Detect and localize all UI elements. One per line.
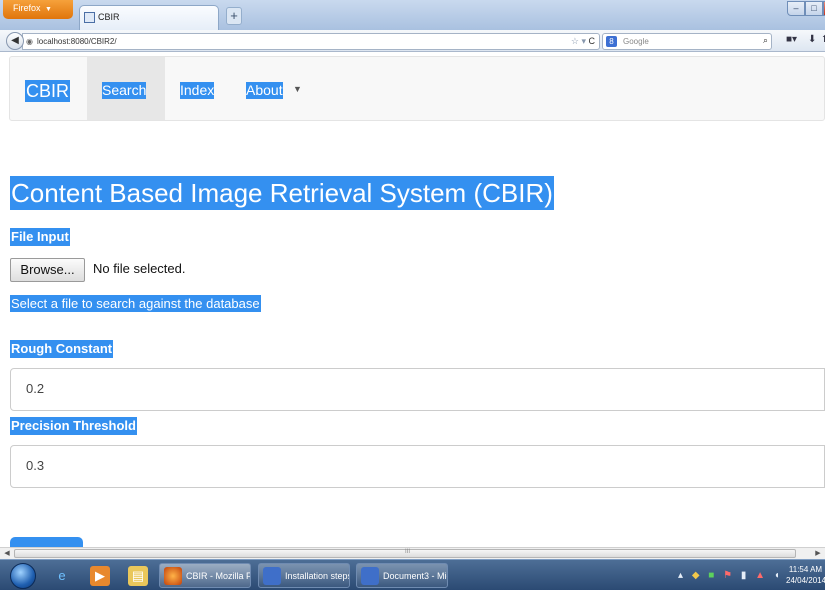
home-icon[interactable]: ⬆ (821, 34, 825, 45)
file-input-help: Select a file to search against the data… (10, 295, 261, 312)
word-icon (263, 567, 281, 585)
scroll-left-icon[interactable]: ◀ (1, 549, 13, 559)
precision-threshold-value: 0.3 (26, 458, 45, 473)
task-label: CBIR - Mozilla Fir... (186, 571, 251, 581)
address-bar[interactable]: ◉ localhost:8080/CBIR2/ ☆ ▾ C (22, 33, 600, 50)
start-button[interactable] (10, 563, 36, 589)
download-icon[interactable]: ⬇ (808, 34, 816, 45)
tab-cbir[interactable]: CBIR (79, 5, 219, 30)
folder-icon[interactable]: ▤ (128, 566, 148, 586)
nav-item-label: About (246, 82, 283, 99)
horizontal-scrollbar[interactable]: ◀ III ▶ (0, 547, 825, 559)
task-firefox[interactable]: CBIR - Mozilla Fir... (159, 563, 251, 588)
security-icon[interactable]: ■ (708, 570, 717, 581)
star-icon[interactable]: ☆ (571, 36, 579, 46)
battery-icon[interactable]: ▮ (741, 570, 750, 581)
browser-navigation-bar: ◉ localhost:8080/CBIR2/ ☆ ▾ C ◀ 8 Google… (0, 30, 825, 52)
precision-threshold-label: Precision Threshold (10, 417, 137, 435)
scrollbar-thumb[interactable]: III (14, 549, 796, 558)
firefox-menu-button[interactable]: Firefox ▼ (3, 0, 73, 19)
favicon-icon (84, 12, 95, 23)
browse-button[interactable]: Browse... (10, 258, 85, 282)
maximize-icon[interactable]: □ (805, 1, 823, 16)
precision-threshold-field[interactable]: 0.3 (10, 445, 825, 488)
taskbar: e ▶ ▤ CBIR - Mozilla Fir... Installation… (0, 559, 825, 590)
signal-icon[interactable]: ▲ (755, 570, 768, 581)
flag-icon[interactable]: ⚑ (723, 570, 735, 581)
taskbar-clock[interactable]: 11:54 AM 24/04/2014 (786, 564, 825, 586)
show-hidden-icon[interactable]: ▴ (678, 570, 686, 581)
submit-button[interactable] (10, 537, 83, 547)
task-document3[interactable]: Document3 - Mic... (356, 563, 448, 588)
firefox-menu-label: Firefox (13, 3, 41, 13)
minimize-icon[interactable]: – (787, 1, 805, 16)
search-icon[interactable]: ⌕ (763, 35, 768, 46)
task-installation-steps[interactable]: Installation steps ... (258, 563, 350, 588)
site-navbar: CBIR Search Index About ▼ (9, 56, 825, 121)
task-label: Document3 - Mic... (383, 571, 447, 581)
page-title: Content Based Image Retrieval System (CB… (10, 176, 554, 210)
dropdown-icon[interactable]: ▾ (581, 36, 586, 46)
url-text: localhost:8080/CBIR2/ (37, 37, 117, 46)
nav-item-index[interactable]: Index (166, 57, 231, 120)
tab-title: CBIR (98, 12, 120, 22)
search-engine-badge: 8 (606, 36, 617, 47)
media-player-icon[interactable]: ▶ (90, 566, 110, 586)
new-tab-button[interactable]: + (226, 7, 242, 25)
scroll-right-icon[interactable]: ▶ (812, 549, 824, 559)
system-tray: ▴ ◆ ■ ⚑ ▮ ▲ ◖ (678, 570, 783, 581)
browser-tab-strip: Firefox ▼ CBIR + – □ ✕ (0, 0, 825, 30)
rough-constant-label: Rough Constant (10, 340, 114, 358)
clock-date: 24/04/2014 (786, 576, 825, 585)
scrollbar-grip: III (405, 549, 411, 555)
nav-item-label: Index (180, 82, 215, 99)
site-brand[interactable]: CBIR (25, 80, 71, 102)
chevron-down-icon: ▼ (45, 6, 52, 13)
word-icon (361, 567, 379, 585)
nav-item-about[interactable]: About ▼ (232, 57, 312, 120)
file-status: No file selected. (93, 261, 186, 276)
clock-time: 11:54 AM (788, 565, 823, 574)
volume-icon[interactable]: ◖ (774, 570, 783, 581)
ie-icon[interactable]: e (52, 566, 72, 586)
task-label: Installation steps ... (285, 571, 350, 581)
network-icon[interactable]: ◆ (692, 570, 703, 581)
reload-icon[interactable]: C (589, 36, 596, 46)
chevron-down-icon: ▼ (293, 84, 302, 94)
back-icon: ◀ (11, 35, 19, 46)
file-input-label: File Input (10, 228, 70, 246)
rough-constant-field[interactable]: 0.2 (10, 368, 825, 411)
nav-item-label: Search (102, 82, 147, 99)
back-button[interactable]: ◀ (6, 32, 24, 50)
globe-icon: ◉ (26, 37, 33, 46)
firefox-icon (164, 567, 182, 585)
nav-item-search[interactable]: Search (87, 57, 165, 120)
search-placeholder: Google (623, 37, 649, 46)
rough-constant-value: 0.2 (26, 381, 45, 396)
bookmarks-icon[interactable]: ■▾ (786, 34, 797, 45)
search-bar[interactable]: 8 Google ⌕ (602, 33, 772, 50)
